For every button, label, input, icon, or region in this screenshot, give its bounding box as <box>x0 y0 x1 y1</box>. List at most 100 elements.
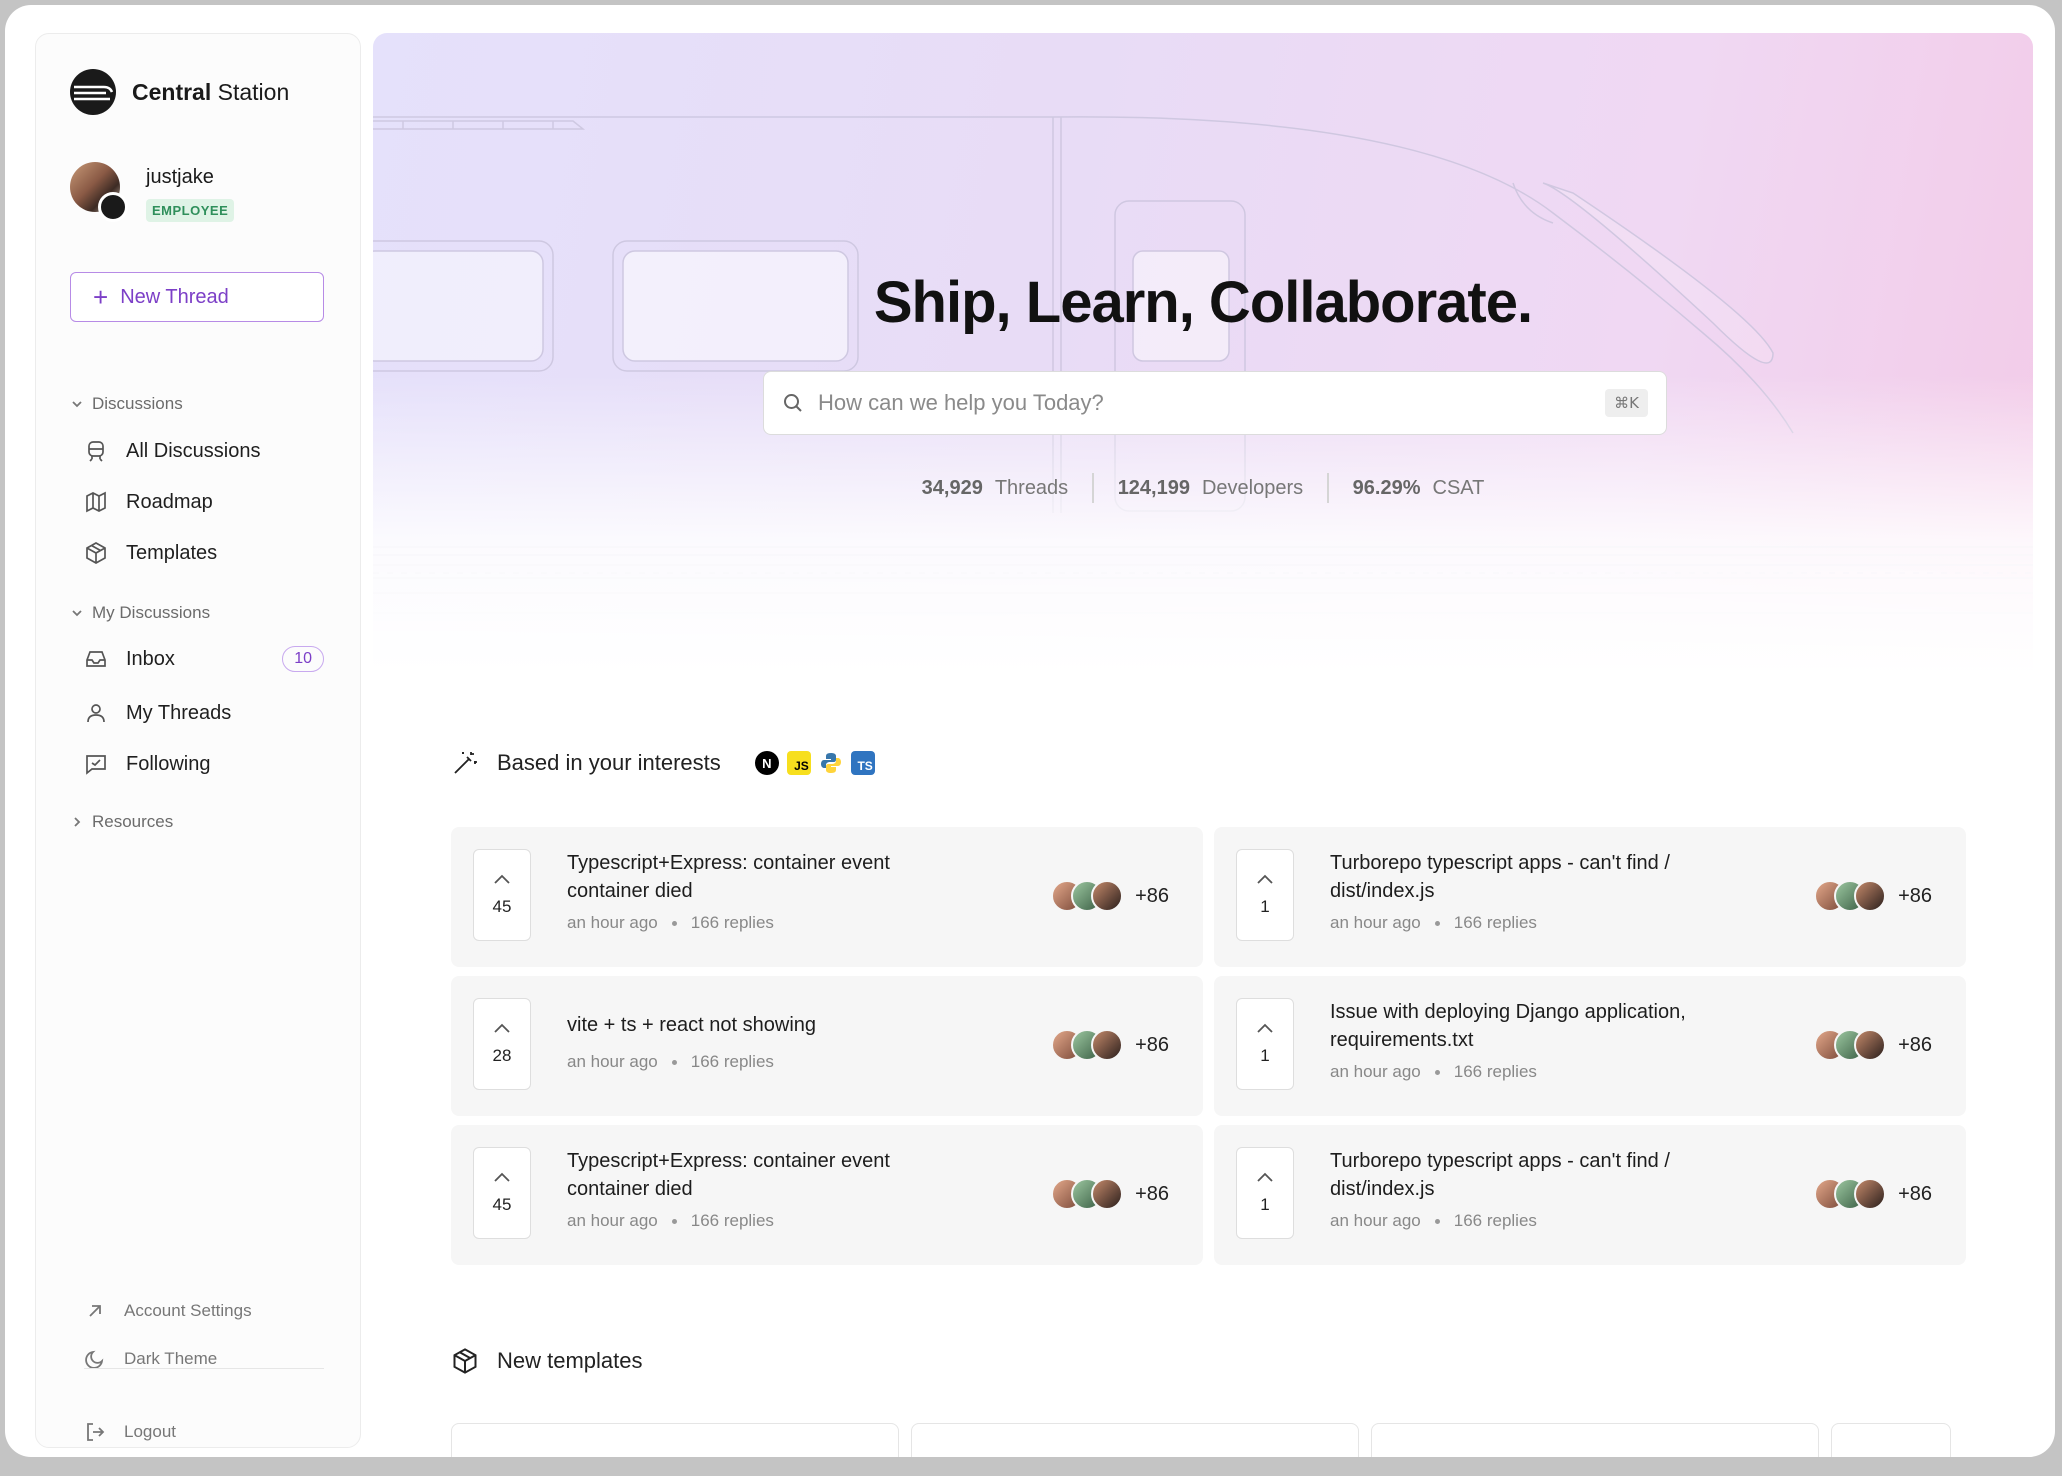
thread-meta: an hour ago 166 replies <box>1330 913 1537 933</box>
discussions-section-toggle[interactable]: Discussions <box>70 394 183 414</box>
thread-replies: 166 replies <box>1453 913 1537 932</box>
avatar <box>1091 880 1124 912</box>
template-card[interactable] <box>1371 1423 1819 1457</box>
thread-meta: an hour ago 166 replies <box>1330 1211 1537 1231</box>
template-card[interactable] <box>1831 1423 1951 1457</box>
user-profile[interactable]: justjake EMPLOYEE <box>70 162 235 222</box>
stat-threads: 34,929 Threads <box>921 476 1069 499</box>
my-discussions-section-toggle[interactable]: My Discussions <box>70 603 210 623</box>
thread-card[interactable]: 1 Turborepo typescript apps - can't find… <box>1214 1125 1966 1265</box>
thread-title[interactable]: Turborepo typescript apps - can't find /… <box>1330 1147 1740 1203</box>
stat-developers: 124,199 Developers <box>1117 476 1304 499</box>
chevron-up-icon <box>1257 874 1273 884</box>
app-window: Central Station justjake EMPLOYEE + New … <box>5 5 2055 1457</box>
package-icon <box>453 1348 477 1374</box>
community-stats: 34,929 Threads 124,199 Developers 96.29% CS… <box>373 473 2033 503</box>
thread-card[interactable]: 45 Typescript+Express: container event c… <box>451 1125 1203 1265</box>
sidebar-item-my-threads[interactable]: My Threads <box>84 701 324 725</box>
more-participants-count: +86 <box>1898 1033 1932 1056</box>
python-icon <box>819 751 843 775</box>
avatar <box>1091 1029 1124 1061</box>
search-input[interactable] <box>818 390 1592 416</box>
thread-time: an hour ago <box>567 1052 658 1071</box>
thread-meta: an hour ago 166 replies <box>567 1052 774 1072</box>
thread-title[interactable]: Typescript+Express: container event cont… <box>567 849 977 905</box>
vote-count: 1 <box>1260 1195 1270 1214</box>
sidebar-item-inbox[interactable]: Inbox 10 <box>84 646 324 672</box>
resources-section-toggle[interactable]: Resources <box>70 812 173 832</box>
thread-time: an hour ago <box>1330 1211 1421 1230</box>
vote-count: 1 <box>1260 897 1270 916</box>
resources-header: Resources <box>92 812 174 831</box>
thread-replies: 166 replies <box>690 1052 774 1071</box>
sidebar-item-following[interactable]: Following <box>84 752 324 776</box>
thread-replies: 166 replies <box>690 913 774 932</box>
search-bar[interactable]: ⌘K <box>763 371 1667 435</box>
magic-wand-icon <box>454 752 477 774</box>
sidebar-item-all-discussions[interactable]: All Discussions <box>84 439 324 463</box>
hero-title: Ship, Learn, Collaborate. <box>873 270 1533 335</box>
new-thread-label: New Thread <box>120 285 229 308</box>
sidebar-item-templates[interactable]: Templates <box>84 541 324 565</box>
dark-theme-toggle[interactable]: Dark Theme <box>84 1348 217 1370</box>
account-settings-link[interactable]: Account Settings <box>84 1300 252 1322</box>
logout-button[interactable]: Logout <box>84 1421 176 1443</box>
thread-time: an hour ago <box>1330 913 1421 932</box>
upvote-button[interactable]: 1 <box>1236 998 1294 1090</box>
thread-meta: an hour ago 166 replies <box>1330 1062 1537 1082</box>
upvote-button[interactable]: 1 <box>1236 849 1294 941</box>
chevron-up-icon <box>494 1172 510 1182</box>
role-badge: EMPLOYEE <box>146 199 235 222</box>
upvote-button[interactable]: 28 <box>473 998 531 1090</box>
logout-icon <box>87 1423 105 1441</box>
more-participants-count: +86 <box>1135 1033 1169 1056</box>
chevron-down-icon <box>72 401 82 408</box>
more-participants-count: +86 <box>1135 1182 1169 1205</box>
interests-title: Based in your interests <box>497 750 721 775</box>
thread-time: an hour ago <box>567 913 658 932</box>
new-templates-section-header: New templates <box>451 1347 643 1375</box>
thread-title[interactable]: Issue with deploying Django application,… <box>1330 998 1740 1054</box>
template-card[interactable] <box>451 1423 899 1457</box>
new-thread-button[interactable]: + New Thread <box>70 272 324 322</box>
vote-count: 45 <box>492 897 512 916</box>
upvote-button[interactable]: 45 <box>473 849 531 941</box>
thread-card[interactable]: 1 Turborepo typescript apps - can't find… <box>1214 827 1966 967</box>
sidebar-item-roadmap[interactable]: Roadmap <box>84 490 324 514</box>
new-templates-title: New templates <box>497 1348 643 1373</box>
thread-title[interactable]: vite + ts + react not showing <box>567 1011 977 1039</box>
avatar <box>1854 1029 1887 1061</box>
avatar-org-badge-icon <box>98 192 128 222</box>
chevron-right-icon <box>74 817 81 827</box>
logout-label: Logout <box>124 1422 176 1441</box>
separator-dot <box>1434 1218 1440 1224</box>
participant-avatars: +86 <box>1051 880 1169 912</box>
package-icon <box>86 542 106 564</box>
thread-card[interactable]: 1 Issue with deploying Django applicatio… <box>1214 976 1966 1116</box>
upvote-button[interactable]: 1 <box>1236 1147 1294 1239</box>
my-discussions-header: My Discussions <box>92 603 211 622</box>
thread-card[interactable]: 45 Typescript+Express: container event c… <box>451 827 1203 967</box>
sidebar-divider <box>84 1368 324 1369</box>
sidebar-item-label: My Threads <box>126 701 232 724</box>
chevron-up-icon <box>494 874 510 884</box>
upvote-button[interactable]: 45 <box>473 1147 531 1239</box>
thread-replies: 166 replies <box>1453 1211 1537 1230</box>
thread-cards-grid: 45 Typescript+Express: container event c… <box>451 827 1966 1265</box>
thread-title[interactable]: Turborepo typescript apps - can't find /… <box>1330 849 1740 905</box>
participant-avatars: +86 <box>1051 1029 1169 1061</box>
user-name: justjake <box>146 166 214 188</box>
thread-replies: 166 replies <box>1453 1062 1537 1081</box>
separator-dot <box>1434 920 1440 926</box>
chevron-up-icon <box>1257 1172 1273 1182</box>
thread-title[interactable]: Typescript+Express: container event cont… <box>567 1147 977 1203</box>
template-card[interactable] <box>911 1423 1359 1457</box>
participant-avatars: +86 <box>1814 1029 1932 1061</box>
brand[interactable]: Central Station <box>70 69 289 115</box>
plus-icon: + <box>93 282 109 312</box>
thread-card[interactable]: 28 vite + ts + react not showing an hour… <box>451 976 1203 1116</box>
keyboard-shortcut-hint: ⌘K <box>1605 389 1648 417</box>
chevron-up-icon <box>494 1023 510 1033</box>
vote-count: 1 <box>1260 1046 1270 1065</box>
sidebar-item-label: Inbox <box>126 647 175 670</box>
